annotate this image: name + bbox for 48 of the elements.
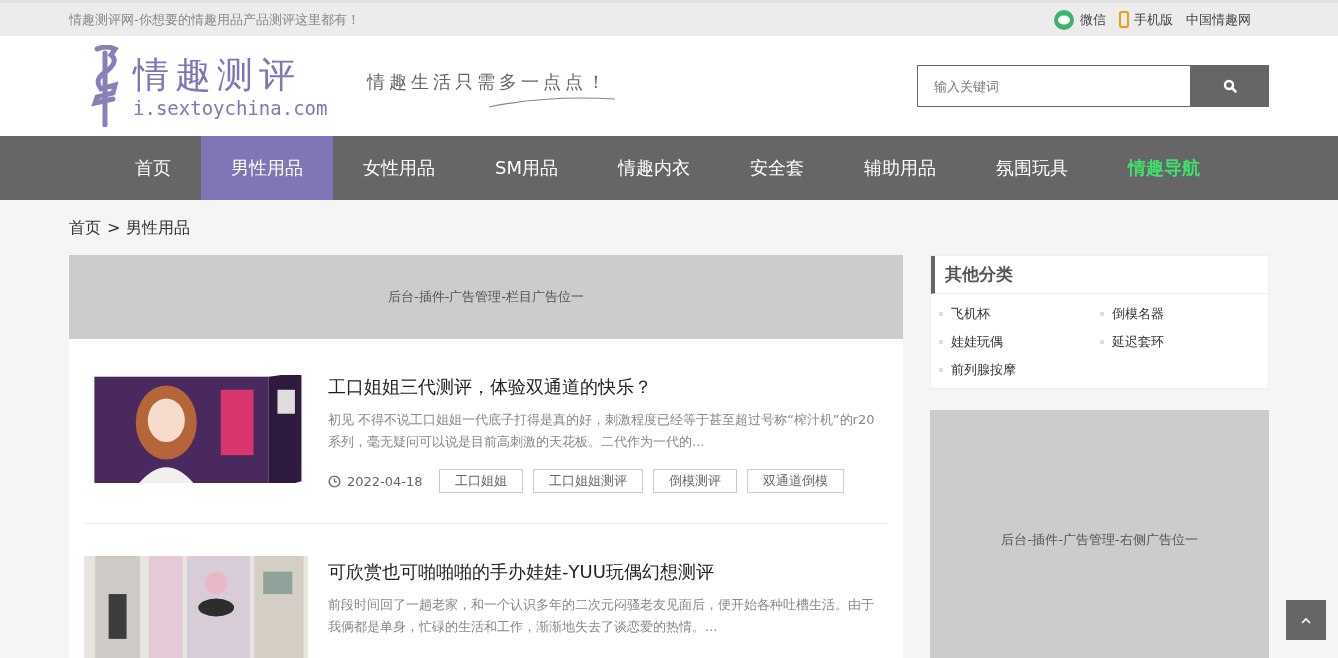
logo-title: 情趣测评 [133, 53, 302, 97]
nav-tab[interactable]: 氛围玩具 [965, 136, 1098, 200]
slogan: 情趣生活只需多一点点！ [367, 69, 611, 94]
nav-tab[interactable]: 男性用品 [201, 136, 333, 200]
bullet-square [939, 340, 943, 344]
bullet-square [1099, 312, 1104, 316]
search-button[interactable] [1191, 65, 1269, 107]
nav-tab[interactable]: 辅助用品 [833, 136, 966, 200]
category-link[interactable]: 倒模名器 [1111, 305, 1164, 323]
top-link[interactable]: 手机版 [1134, 10, 1173, 29]
nav-tab[interactable]: 首页 [105, 136, 201, 200]
post-title[interactable]: 工口姐姐三代测评，体验双通道的快乐？ [328, 375, 878, 399]
nav-tab[interactable]: SM用品 [465, 136, 588, 200]
category-link[interactable]: 前列腺按摩 [951, 361, 1016, 379]
search-field[interactable]: 输入关键词 [917, 65, 1191, 107]
panel-title: 其他分类 [945, 264, 1013, 284]
tag-link[interactable]: 工口姐姐 [438, 469, 523, 493]
phone-icon [1119, 11, 1129, 28]
search-icon [1223, 79, 1237, 93]
clock-icon [328, 474, 341, 488]
bullet-square [939, 368, 943, 372]
tag-link[interactable]: 双通道倒模 [746, 469, 844, 493]
breadcrumb-link[interactable]: 首页 [69, 218, 101, 239]
post-excerpt: 初见 不得不说工口姐姐一代底子打得是真的好，刺激程度已经等于甚至超过号称“榨汁机”的r20系列，毫无疑问可以说是目前高刺激的天花板。二代作为一代的... [328, 411, 876, 451]
ad-placeholder-text: 后台-插件-广告管理-右侧广告位一 [1001, 531, 1198, 549]
top-link[interactable]: 微信 [1080, 10, 1106, 29]
ad-placeholder-text: 后台-插件-广告管理-栏目广告位一 [387, 288, 585, 306]
logo-domain: i.sextoychina.com [133, 97, 328, 119]
chevron-up-icon [1301, 616, 1311, 624]
tag-link[interactable]: 工口姐姐测评 [532, 469, 643, 493]
bullet-square [1099, 340, 1104, 344]
nav-tab[interactable]: 情趣导航 [1097, 136, 1230, 200]
category-link[interactable]: 飞机杯 [951, 305, 990, 323]
chat-bubble-icon [1053, 9, 1075, 30]
post-excerpt: 前段时间回了一趟老家，和一个认识多年的二次元闷骚老友见面后，便开始各种吐槽生活。由于我俩都是单身，忙碌的生活和工作，渐渐地失去了谈恋爱的热情。... [328, 596, 875, 636]
site-tagline: 情趣测评网-你想要的情趣用品产品测评这里都有！ [69, 10, 360, 29]
nav-tab[interactable]: 女性用品 [333, 136, 465, 200]
post-title[interactable]: 可欣赏也可啪啪啪的手办娃娃-YUU玩偶幻想测评 [328, 560, 878, 584]
post-date: 2022-04-18 [347, 473, 423, 489]
bullet-square [939, 312, 943, 316]
category-link[interactable]: 娃娃玩偶 [951, 333, 1003, 351]
category-link[interactable]: 延迟套环 [1111, 333, 1164, 351]
breadcrumb-link[interactable]: 男性用品 [126, 218, 191, 239]
breadcrumb-separator: > [107, 218, 121, 237]
nav-tab[interactable]: 情趣内衣 [587, 136, 720, 200]
nav-tab[interactable]: 安全套 [719, 136, 834, 200]
top-link[interactable]: 中国情趣网 [1186, 10, 1251, 29]
tag-link[interactable]: 倒模测评 [652, 469, 737, 493]
